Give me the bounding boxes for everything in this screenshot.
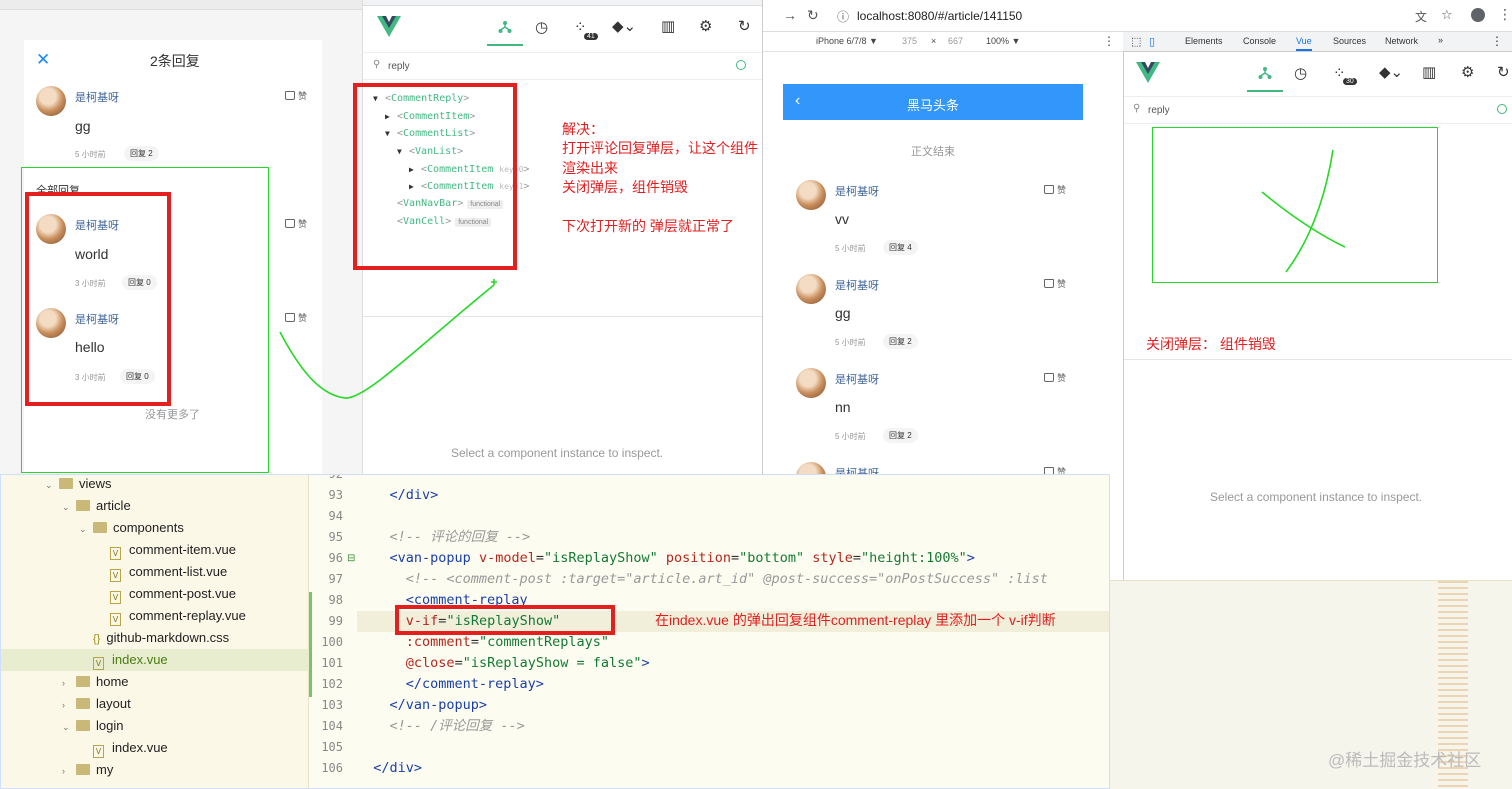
cross-mark-stroke [1285,149,1334,273]
watermark: @稀土掘金技术社区 [1328,751,1482,770]
sketch-overlay [279,149,1346,399]
connector-curve [279,284,495,399]
cross-mark-stroke [1261,191,1346,248]
connector-plus [491,279,497,285]
